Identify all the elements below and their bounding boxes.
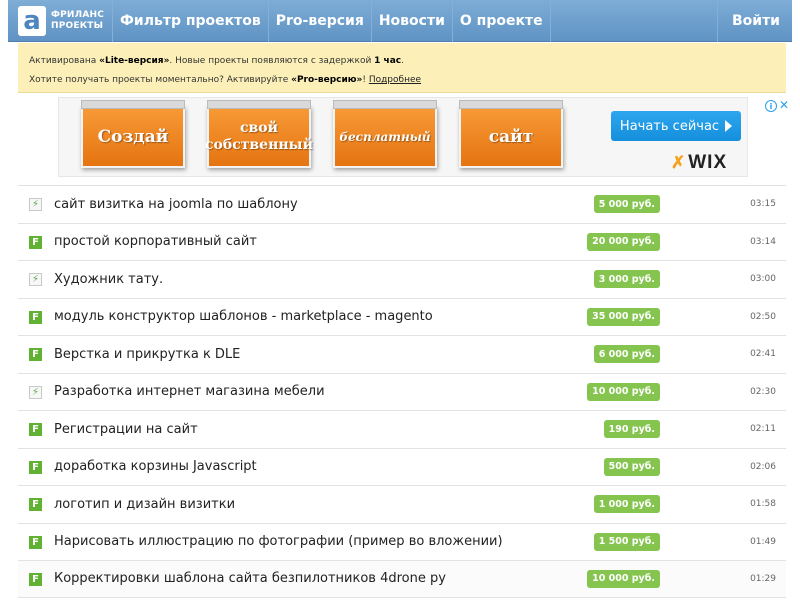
ad-button-label: Начать сейчас [619, 118, 720, 134]
project-time: 02:50 [750, 311, 776, 322]
play-icon [725, 120, 733, 132]
wix-logo: ✗ WIX [671, 152, 727, 174]
weblancer-icon: ⚡ [29, 385, 42, 399]
notice-text: Активирована [29, 56, 100, 66]
fl-icon: F [29, 348, 42, 361]
project-title[interactable]: доработка корзины Javascript [54, 459, 257, 474]
notice-bold: 1 час [374, 56, 402, 66]
notice-text: . [401, 56, 405, 66]
project-title[interactable]: простой корпоративный сайт [54, 234, 257, 249]
ad-card-2: свой собственный [205, 100, 313, 168]
project-time: 03:00 [750, 274, 776, 285]
fl-icon: F [29, 310, 42, 324]
notice-text: Хотите получать проекты моментально? Акт… [29, 75, 292, 85]
project-title[interactable]: Верстка и прикрутка к DLE [54, 347, 240, 362]
nav-about[interactable]: О проекте [451, 0, 550, 42]
project-row[interactable]: F модуль конструктор шаблонов - marketpl… [18, 297, 786, 335]
project-time: 01:49 [750, 536, 776, 547]
project-row[interactable]: F простой корпоративный сайт 20 000 руб.… [18, 222, 786, 260]
price-badge: 3 000 руб. [593, 270, 660, 289]
project-title[interactable]: логотип и дизайн визитки [54, 497, 235, 512]
wix-brand-text: WIX [688, 152, 728, 173]
project-title[interactable]: Разработка интернет магазина мебели [54, 384, 325, 399]
project-title[interactable]: Художник тату. [54, 272, 163, 287]
fl-icon: F [29, 235, 42, 249]
project-row[interactable]: F Верстка и прикрутка к DLE 6 000 руб. 0… [18, 335, 786, 373]
project-row[interactable]: F Корректировки шаблона сайта безпилотни… [18, 560, 786, 598]
notice-line-2: Хотите получать проекты моментально? Акт… [29, 71, 786, 90]
project-time: 03:14 [750, 236, 776, 247]
ad-close-icon[interactable]: ✕ [779, 98, 789, 112]
project-row[interactable]: F Нарисовать иллюстрацию по фотографии (… [18, 522, 786, 560]
project-title[interactable]: сайт визитка на joomla по шаблону [54, 197, 298, 212]
more-details-link[interactable]: Подробнее [369, 75, 421, 85]
ad-area: Создай свой собственный бесплатный сайт … [18, 93, 789, 183]
price-badge: 1 000 руб. [593, 495, 660, 514]
notice-bold: «Pro-версию» [291, 75, 363, 85]
site-logo[interactable]: a ФРИЛАНС ПРОЕКТЫ [8, 0, 112, 42]
fl-icon: F [29, 423, 42, 436]
logo-text: ФРИЛАНС ПРОЕКТЫ [51, 10, 104, 32]
fl-icon: F [29, 573, 42, 586]
project-row[interactable]: ⚡ Художник тату. 3 000 руб. 03:00 [18, 260, 786, 298]
price-badge: 5 000 руб. [593, 195, 660, 214]
project-time: 02:41 [750, 349, 776, 360]
logo-text-line1: ФРИЛАНС [51, 9, 105, 20]
wix-mark-icon: ✗ [671, 153, 687, 172]
project-time: 02:06 [750, 461, 776, 472]
lite-version-notice: Активирована «Lite-версия». Новые проект… [18, 43, 786, 93]
project-time: 02:30 [750, 386, 776, 397]
login-link[interactable]: Войти [716, 0, 792, 42]
ad-card-4: сайт [459, 100, 563, 168]
project-title[interactable]: Нарисовать иллюстрацию по фотографии (пр… [54, 534, 503, 549]
price-badge: 10 000 руб. [587, 569, 660, 588]
project-title[interactable]: Корректировки шаблона сайта безпилотнико… [54, 571, 446, 586]
project-time: 02:11 [750, 424, 776, 435]
project-time: 03:15 [750, 199, 776, 210]
project-list: ⚡ сайт визитка на joomla по шаблону 5 00… [18, 185, 786, 598]
ad-info-icon[interactable]: i [765, 100, 777, 112]
project-row[interactable]: ⚡ сайт визитка на joomla по шаблону 5 00… [18, 185, 786, 223]
project-row[interactable]: ⚡ Разработка интернет магазина мебели 10… [18, 372, 786, 410]
project-time: 01:58 [750, 499, 776, 510]
price-badge: 6 000 руб. [593, 345, 660, 364]
price-badge: 500 руб. [603, 457, 660, 476]
price-badge: 1 500 руб. [593, 532, 660, 551]
notice-line-1: Активирована «Lite-версия». Новые проект… [29, 52, 786, 71]
logo-icon: a [18, 5, 46, 36]
project-row[interactable]: F доработка корзины Javascript 500 руб. … [18, 447, 786, 485]
logo-text-line2: ПРОЕКТЫ [51, 20, 104, 31]
top-navbar: a ФРИЛАНС ПРОЕКТЫ Фильтр проектов Pro-ве… [8, 0, 792, 42]
notice-text: . Новые проекты появляются с задержкой [169, 56, 375, 66]
fl-icon: F [29, 535, 42, 549]
nav-spacer [549, 0, 717, 42]
weblancer-icon: ⚡ [29, 273, 42, 286]
project-title[interactable]: модуль конструктор шаблонов - marketplac… [54, 309, 433, 324]
fl-icon: F [29, 460, 42, 474]
ad-card-3: бесплатный [333, 100, 437, 168]
ad-banner[interactable]: Создай свой собственный бесплатный сайт … [58, 97, 789, 177]
project-row[interactable]: F логотип и дизайн визитки 1 000 руб. 01… [18, 485, 786, 523]
project-row[interactable]: F Регистрации на сайт 190 руб. 02:11 [18, 410, 786, 448]
nav-news[interactable]: Новости [370, 0, 452, 42]
price-badge: 10 000 руб. [587, 382, 660, 401]
weblancer-icon: ⚡ [29, 198, 42, 211]
nav-filter-projects[interactable]: Фильтр проектов [112, 0, 268, 42]
price-badge: 20 000 руб. [587, 232, 660, 251]
nav-pro-version[interactable]: Pro-версия [267, 0, 371, 42]
project-time: 01:29 [750, 573, 776, 584]
ad-card-1: Создай [81, 100, 185, 168]
project-title[interactable]: Регистрации на сайт [54, 422, 198, 437]
notice-bold: «Lite-версия» [99, 56, 170, 66]
ad-start-now-button[interactable]: Начать сейчас [611, 111, 741, 141]
price-badge: 190 руб. [603, 420, 660, 439]
price-badge: 35 000 руб. [587, 307, 660, 326]
fl-icon: F [29, 498, 42, 511]
